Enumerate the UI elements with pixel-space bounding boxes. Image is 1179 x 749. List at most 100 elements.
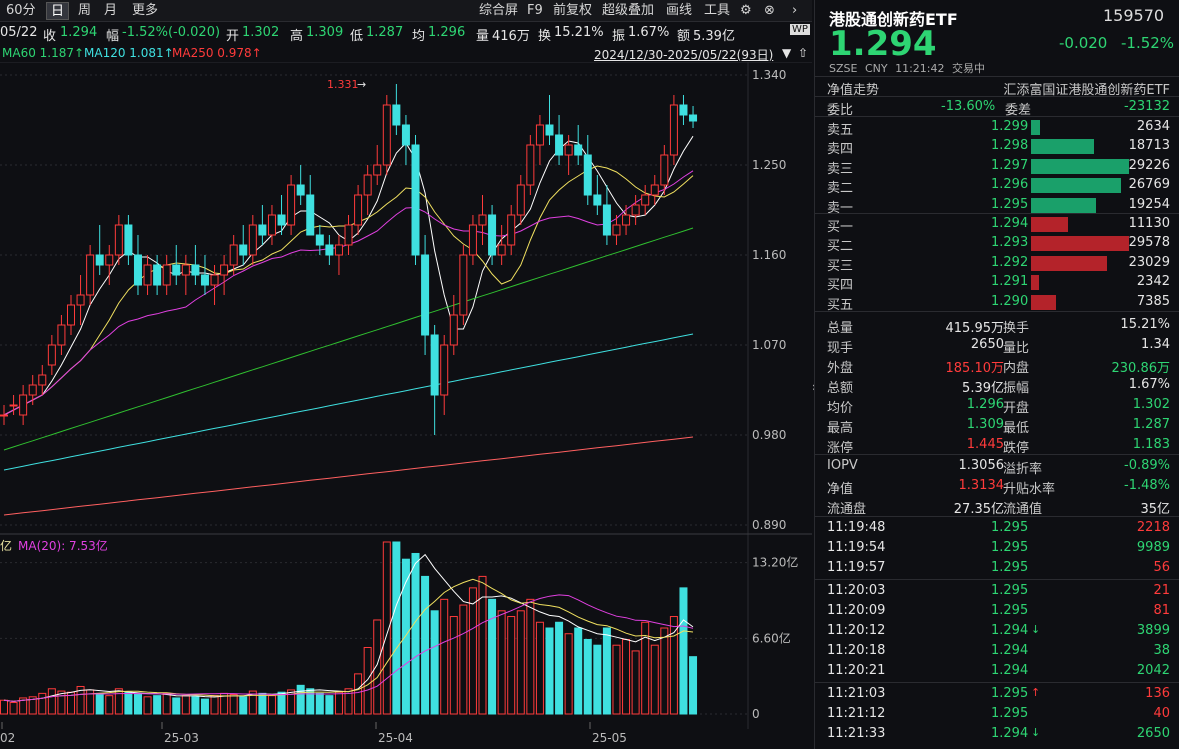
candle-body: [363, 174, 372, 196]
volume-bar: [38, 692, 47, 715]
close-circle-icon[interactable]: ⊗: [764, 2, 775, 20]
stat-value: 1.309: [966, 417, 1004, 432]
tick-time: 11:21:03: [827, 686, 886, 701]
stat-value: 1.302: [1132, 397, 1170, 412]
more-button[interactable]: 更多: [128, 2, 162, 20]
candle-body: [267, 214, 276, 236]
volume-bar: [583, 638, 592, 715]
tick-row: 11:19:57 1.295 56: [815, 558, 1170, 578]
vol-legend-a: 亿: [0, 538, 12, 553]
stat-value: 415.95万: [945, 321, 1005, 336]
period-60min-button[interactable]: 60分: [2, 2, 40, 20]
tick-row: 11:21:33 1.294 ↓ 2650: [815, 724, 1170, 744]
tick-row: 11:19:48 1.295 2218: [815, 518, 1170, 538]
period-month-button[interactable]: 月: [100, 2, 121, 20]
buy-row[interactable]: 买五 1.290 7385: [815, 292, 1170, 313]
stat-value: 1.183: [1132, 437, 1170, 452]
candle-body: [143, 264, 152, 286]
stat-value: 15.21%: [1120, 317, 1170, 332]
candle-body: [411, 144, 420, 256]
exchange-label: SZSE: [829, 62, 858, 75]
candle-body: [354, 194, 363, 226]
sell-row[interactable]: 卖二 1.296 26769: [815, 175, 1170, 197]
quote-info-line: 05/22 收 1.294 幅 -1.52%(-0.020) 开 1.302 高…: [0, 22, 812, 44]
tick-price: 1.295: [991, 583, 1029, 598]
kline-chart[interactable]: 1.340 1.250 1.160 1.070 0.980 0.890 13.20亿 6.60…: [0, 62, 812, 749]
tick-price: 1.295: [991, 560, 1029, 575]
f9-button[interactable]: F9: [523, 2, 547, 20]
tick-price: 1.295: [991, 706, 1029, 721]
upload-icon[interactable]: ⇧: [798, 46, 808, 60]
stat-value: 1.3134: [958, 478, 1005, 493]
sell-level-label: 卖二: [827, 181, 854, 197]
tick-volume: 38: [1153, 643, 1170, 658]
tools-button[interactable]: 工具: [700, 2, 734, 20]
candle-body: [28, 384, 37, 396]
candle-body: [545, 124, 554, 136]
buy-depth-bar: [1031, 236, 1129, 252]
volume-bar: [392, 541, 401, 715]
volume-bar: [689, 656, 698, 715]
buy-depth-bar: [1031, 255, 1108, 271]
sell-price: 1.297: [991, 157, 1029, 173]
buy-row[interactable]: 买一 1.294 11130: [815, 214, 1170, 235]
tick-time: 11:20:18: [827, 643, 886, 658]
sell-row[interactable]: 卖一 1.295 19254: [815, 195, 1170, 216]
sell-row[interactable]: 卖四 1.298 18713: [815, 136, 1170, 157]
sell-depth-bar: [1031, 158, 1129, 174]
volume-bar: [449, 616, 458, 715]
draw-line-button[interactable]: 画线: [662, 2, 696, 20]
volume-bar: [459, 604, 468, 715]
sell-price: 1.299: [991, 119, 1029, 134]
stat-value: -1.48%: [1124, 478, 1170, 493]
stat-value: 2650: [970, 337, 1004, 352]
stat-row: 现手 2650 量比 1.34: [815, 335, 1170, 356]
volume-bar: [622, 638, 631, 715]
stat-label: 最低: [1003, 421, 1030, 436]
volume-bar: [172, 697, 181, 715]
chevron-right-icon[interactable]: ›: [792, 2, 797, 20]
stat-value: 27.35亿: [953, 502, 1004, 517]
candle-body: [95, 254, 104, 266]
candle-body: [622, 214, 631, 226]
candle-body: [497, 244, 506, 256]
tick-time: 11:20:21: [827, 663, 886, 678]
stat-label: 开盘: [1003, 401, 1030, 416]
tick-volume: 2650: [1136, 726, 1170, 741]
dropdown-arrow-icon[interactable]: ▼: [782, 46, 791, 60]
volume-bar: [526, 598, 535, 715]
composite-screen-button[interactable]: 综合屏: [475, 2, 522, 20]
stat-value: 1.296: [966, 397, 1004, 412]
stat-label: 内盘: [1003, 361, 1030, 376]
buy-row[interactable]: 买三 1.292 23029: [815, 253, 1170, 274]
price-tick-label: 1.250: [752, 158, 786, 172]
date-range-label[interactable]: 2024/12/30-2025/05/22(93日): [594, 46, 773, 63]
swing-label: 振: [612, 29, 626, 44]
tick-price: 1.294: [991, 726, 1029, 741]
pre-adjust-button[interactable]: 前复权: [549, 2, 596, 20]
price-tick-label: 0.890: [752, 518, 786, 532]
volume-bar: [468, 587, 477, 715]
tick-row: 11:19:54 1.295 9989: [815, 538, 1170, 558]
period-day-button[interactable]: 日: [46, 2, 70, 20]
volume-bar: [153, 695, 162, 715]
super-overlay-button[interactable]: 超级叠加: [598, 2, 658, 20]
close-value: 1.294: [60, 25, 98, 40]
open-label: 开: [226, 29, 240, 44]
vol-legend-ma20: MA(20): 7.53亿: [18, 538, 108, 553]
buy-row[interactable]: 买四 1.291 2342: [815, 272, 1170, 293]
tick-row: 11:20:12 1.294 ↓ 3899: [815, 621, 1170, 641]
settings-gear-icon[interactable]: ⚙: [740, 2, 752, 20]
buy-row[interactable]: 买二 1.293 29578: [815, 233, 1170, 254]
sell-row[interactable]: 卖三 1.297 29226: [815, 156, 1170, 177]
quote-panel: 港股通创新药ETF 159570 1.294 -0.020 -1.52% SZS…: [814, 0, 1179, 749]
candle-body: [583, 154, 592, 196]
stat-label: 均价: [827, 401, 854, 416]
volume-bar: [210, 695, 219, 715]
candle-body: [38, 374, 47, 386]
tick-row: 11:21:03 1.295 ↑ 136: [815, 684, 1170, 704]
tick-price: 1.295: [991, 520, 1029, 535]
sell-row[interactable]: 卖五 1.299 2634: [815, 117, 1170, 138]
period-week-button[interactable]: 周: [74, 2, 95, 20]
wp-badge-icon[interactable]: WP: [790, 24, 810, 35]
